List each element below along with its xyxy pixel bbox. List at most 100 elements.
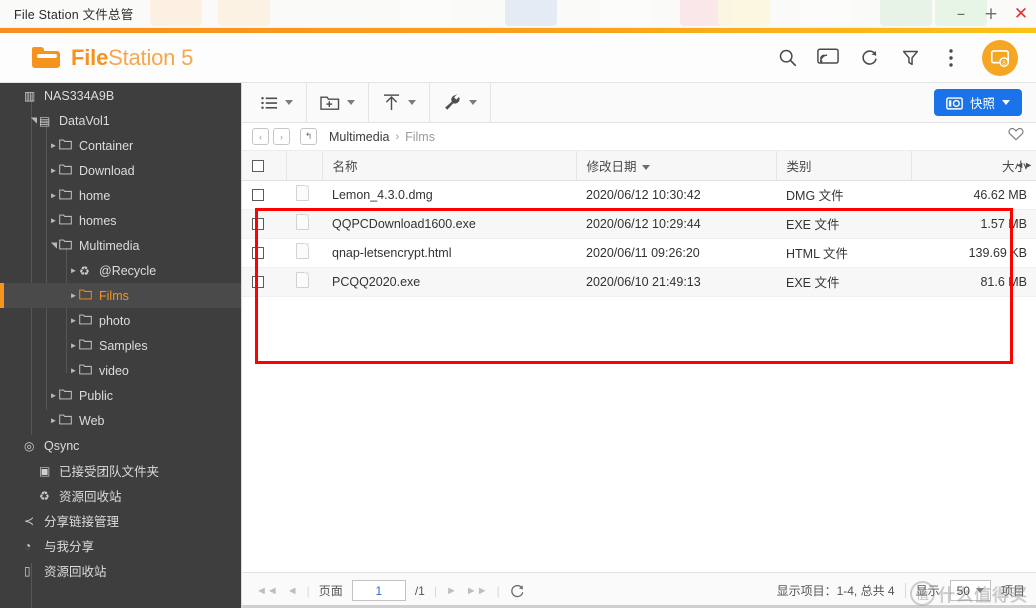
file-icon [296, 185, 309, 201]
up-level-button[interactable]: ↰ [300, 128, 317, 145]
minimize-button[interactable]: – [946, 0, 976, 28]
per-page-select[interactable]: 50 [949, 580, 991, 601]
twisty-closed-icon[interactable]: ► [68, 366, 79, 375]
per-page-value: 50 [956, 583, 970, 598]
sidebar-item-public[interactable]: ► Public [0, 383, 241, 408]
breadcrumb-bar: ‹ › ↰ Multimedia › Films [242, 123, 1036, 151]
table-row[interactable]: qnap-letsencrypt.html 2020/06/11 09:26:20… [242, 238, 1036, 268]
row-checkbox[interactable] [252, 247, 264, 260]
twisty-closed-icon[interactable]: ► [48, 141, 59, 150]
cell-name[interactable]: qnap-letsencrypt.html [322, 238, 576, 268]
sidebar-item-[interactable]: ♻ 资源回收站 [0, 483, 241, 508]
sidebar-item-container[interactable]: ► Container [0, 133, 241, 158]
breadcrumb-item-multimedia[interactable]: Multimedia [329, 130, 389, 144]
search-icon[interactable] [775, 46, 799, 70]
sidebar-item-qsync[interactable]: ◎ Qsync [0, 433, 241, 458]
file-list-container: 名称 修改日期 类别 大小 Lemon_4.3.0.dmg 2020/06/12 … [242, 151, 1036, 607]
back-button[interactable]: ‹ [252, 128, 269, 145]
cell-name[interactable]: Lemon_4.3.0.dmg [322, 180, 576, 210]
cast-icon[interactable] [816, 46, 840, 70]
sidebar-item-[interactable]: ▯ 资源回收站 [0, 558, 241, 583]
sidebar-item-photo[interactable]: ► photo [0, 308, 241, 333]
next-page-button[interactable]: ► [446, 585, 457, 597]
sidebar-item-nas334a9b[interactable]: ▥ NAS334A9B [0, 83, 241, 108]
twisty-closed-icon[interactable]: ► [48, 166, 59, 175]
breadcrumb-item-films[interactable]: Films [405, 130, 435, 144]
twisty-open-icon[interactable]: ◢ [29, 115, 38, 126]
twisty-open-icon[interactable]: ◢ [49, 240, 58, 251]
sidebar-item-home[interactable]: ► home [0, 183, 241, 208]
row-icon-cell [286, 209, 322, 239]
row-checkbox[interactable] [252, 218, 264, 231]
breadcrumb[interactable]: Multimedia › Films [329, 130, 435, 144]
sidebar-item-label: 已接受团队文件夹 [59, 465, 160, 479]
row-select-cell[interactable] [242, 209, 286, 239]
sidebar-item-[interactable]: ≺ 分享链接管理 [0, 508, 241, 533]
cell-name[interactable]: QQPCDownload1600.exe [322, 209, 576, 239]
row-select-cell[interactable] [242, 180, 286, 210]
last-page-button[interactable]: ►► [466, 585, 488, 597]
more-vertical-icon[interactable] [939, 46, 963, 70]
sidebar[interactable]: ▥ NAS334A9B ◢ ▤ DataVol1 ► Container ► Download ►… [0, 83, 241, 608]
sidebar-item-video[interactable]: ► video [0, 358, 241, 383]
maximize-button[interactable]: + [976, 0, 1006, 28]
chevron-down-icon [469, 100, 477, 105]
tools-button[interactable] [440, 94, 480, 111]
remote-access-icon[interactable]: S [982, 39, 1018, 76]
column-header-type[interactable]: 类别 [776, 151, 912, 181]
twisty-closed-icon[interactable]: ► [48, 416, 59, 425]
refresh-icon[interactable] [857, 46, 881, 70]
select-all-header[interactable] [242, 151, 287, 181]
twisty-closed-icon[interactable]: ► [48, 191, 59, 200]
first-page-button[interactable]: ◄◄ [256, 585, 278, 597]
sidebar-item-samples[interactable]: ► Samples [0, 333, 241, 358]
folder-icon [79, 314, 96, 327]
sidebar-item-films[interactable]: ► Films [0, 283, 241, 308]
row-select-cell[interactable] [242, 267, 286, 297]
snapshot-button[interactable]: 快照 [933, 89, 1022, 116]
column-header-name[interactable]: 名称 [322, 151, 577, 181]
file-table-body[interactable]: Lemon_4.3.0.dmg 2020/06/12 10:30:42 DMG 文件… [242, 180, 1036, 297]
folder-tree[interactable]: ▥ NAS334A9B ◢ ▤ DataVol1 ► Container ► Download ►… [0, 83, 241, 583]
filter-icon[interactable] [898, 46, 922, 70]
row-checkbox[interactable] [252, 189, 264, 202]
sidebar-item-label: video [99, 363, 129, 378]
sidebar-item-web[interactable]: ► Web [0, 408, 241, 433]
twisty-closed-icon[interactable]: ► [68, 266, 79, 275]
sidebar-item-homes[interactable]: ► homes [0, 208, 241, 233]
twisty-closed-icon[interactable]: ► [68, 316, 79, 325]
select-all-checkbox[interactable] [252, 159, 264, 172]
sidebar-item-recycle[interactable]: ► ♻ @Recycle [0, 258, 241, 283]
view-mode-button[interactable] [258, 96, 296, 110]
table-row[interactable]: PCQQ2020.exe 2020/06/10 21:49:13 EXE 文件 81.… [242, 267, 1036, 297]
folder-icon [59, 414, 76, 427]
sidebar-item-datavol1[interactable]: ◢ ▤ DataVol1 [0, 108, 241, 133]
sidebar-item-[interactable]: ▣ 已接受团队文件夹 [0, 458, 241, 483]
sidebar-item-multimedia[interactable]: ◢ Multimedia [0, 233, 241, 258]
twisty-closed-icon[interactable]: ► [68, 291, 79, 300]
close-button[interactable]: ✕ [1006, 0, 1036, 28]
cell-name[interactable]: PCQQ2020.exe [322, 267, 576, 297]
prev-page-button[interactable]: ◄ [287, 585, 298, 597]
sidebar-item-label: 分享链接管理 [44, 515, 120, 529]
row-checkbox[interactable] [252, 276, 264, 289]
window-controls: – + ✕ [946, 0, 1036, 28]
toolbar: 快照 [242, 82, 1036, 123]
row-select-cell[interactable] [242, 238, 286, 268]
twisty-closed-icon[interactable]: ► [68, 341, 79, 350]
create-folder-button[interactable] [317, 95, 358, 111]
list-view-icon [261, 96, 278, 109]
twisty-closed-icon[interactable]: ► [48, 216, 59, 225]
table-row[interactable]: Lemon_4.3.0.dmg 2020/06/12 10:30:42 DMG 文件… [242, 180, 1036, 210]
upload-button[interactable] [379, 94, 419, 111]
column-resize-handle[interactable]: ◄► [1015, 160, 1033, 170]
sidebar-item-download[interactable]: ► Download [0, 158, 241, 183]
sidebar-item-[interactable]: ◔ 与我分享 [0, 533, 241, 558]
refresh-list-icon[interactable] [509, 583, 525, 599]
column-header-date[interactable]: 修改日期 [576, 151, 777, 181]
twisty-closed-icon[interactable]: ► [48, 391, 59, 400]
table-row[interactable]: QQPCDownload1600.exe 2020/06/12 10:29:44 E… [242, 209, 1036, 239]
page-input[interactable] [351, 580, 406, 601]
favorite-heart-icon[interactable] [1008, 127, 1024, 146]
forward-button[interactable]: › [273, 128, 290, 145]
